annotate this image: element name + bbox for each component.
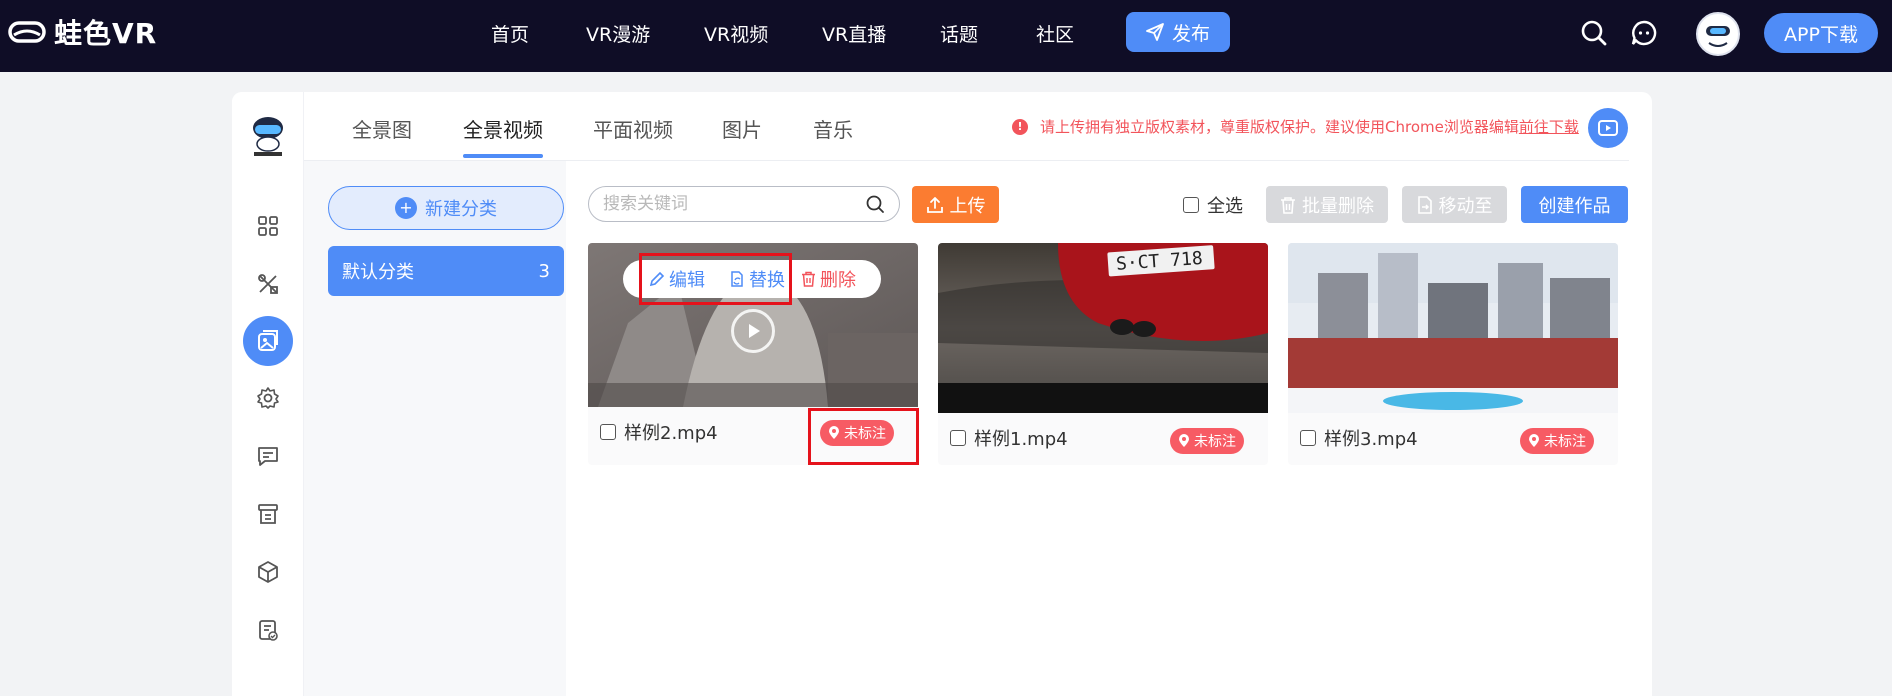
category-label: 默认分类 <box>342 262 414 283</box>
search-box <box>588 186 900 222</box>
tab-flat-video[interactable]: 平面视频 <box>593 114 673 143</box>
card-meta: 样例3.mp4 <box>1300 425 1418 451</box>
notice-text: 请上传拥有独立版权素材，尊重版权保护。建议使用Chrome浏览器编辑 <box>1040 118 1519 136</box>
move-file-icon <box>1417 195 1432 214</box>
trash-icon <box>1281 196 1295 214</box>
message-icon[interactable] <box>256 444 280 468</box>
nav-item-vr-live[interactable]: VR直播 <box>822 20 886 47</box>
download-link[interactable]: 前往下载 <box>1519 118 1579 136</box>
paper-plane-icon <box>1146 23 1164 41</box>
create-work-button[interactable]: 创建作品 <box>1521 186 1628 223</box>
category-item-default[interactable]: 默认分类 3 <box>328 246 564 296</box>
card-checkbox[interactable] <box>950 430 966 446</box>
batch-delete-label: 批量删除 <box>1302 195 1374 217</box>
upload-button[interactable]: 上传 <box>912 186 999 223</box>
upload-icon <box>926 196 943 213</box>
play-button[interactable] <box>731 309 775 353</box>
nav-item-vr-tour[interactable]: VR漫游 <box>586 20 650 47</box>
copyright-notice: ! 请上传拥有独立版权素材，尊重版权保护。建议使用Chrome浏览器编辑前往下载 <box>1012 116 1579 137</box>
brand-logo[interactable]: 蛙色VR <box>8 12 157 52</box>
card-filename: 样例2.mp4 <box>624 423 718 444</box>
tag-label: 未标注 <box>1544 434 1586 450</box>
location-pin-icon <box>1529 434 1539 447</box>
tab-music[interactable]: 音乐 <box>813 114 853 143</box>
checklist-icon[interactable] <box>256 618 280 642</box>
video-helper-button[interactable] <box>1588 108 1628 148</box>
location-pin-icon <box>1179 434 1189 447</box>
mascot-logo-icon <box>253 117 283 156</box>
move-to-label: 移动至 <box>1438 195 1493 217</box>
batch-delete-button[interactable]: 批量删除 <box>1266 186 1388 223</box>
vr-goggles-icon <box>8 21 46 43</box>
avatar-mascot-icon <box>1703 19 1733 49</box>
design-tools-icon[interactable] <box>256 272 280 296</box>
unmarked-tag[interactable]: 未标注 <box>1520 428 1594 454</box>
document-stack-icon[interactable] <box>256 502 280 526</box>
publish-label: 发布 <box>1171 22 1210 45</box>
media-card-sample3[interactable]: 样例3.mp4 未标注 <box>1288 243 1618 465</box>
brand-name: 蛙色VR <box>54 17 158 50</box>
play-icon <box>749 324 760 338</box>
new-category-button[interactable]: + 新建分类 <box>328 186 564 230</box>
select-all-label: 全选 <box>1207 196 1243 217</box>
highlight-box-tag <box>808 408 919 465</box>
nav-item-community[interactable]: 社区 <box>1036 20 1074 47</box>
upload-label: 上传 <box>949 195 986 217</box>
nav-item-home[interactable]: 首页 <box>491 20 529 47</box>
move-to-button[interactable]: 移动至 <box>1402 186 1507 223</box>
card-filename: 样例3.mp4 <box>1324 429 1418 450</box>
card-meta: 样例2.mp4 <box>600 419 718 445</box>
tab-image[interactable]: 图片 <box>722 114 762 143</box>
new-category-label: 新建分类 <box>425 199 497 220</box>
chat-bot-icon[interactable] <box>1630 19 1658 47</box>
video-thumbnail[interactable] <box>1288 243 1618 413</box>
trash-icon <box>802 271 815 287</box>
media-library-icon <box>258 330 278 351</box>
delete-label: 删除 <box>820 270 856 291</box>
tab-panorama-video[interactable]: 全景视频 <box>463 114 543 143</box>
category-count: 3 <box>538 260 550 282</box>
search-input[interactable] <box>603 194 853 214</box>
top-bar: 蛙色VR 首页 VR漫游 VR视频 VR直播 话题 社区 发布 APP下载 <box>0 0 1892 72</box>
media-card-sample1[interactable]: S·CT 718 样例1.mp4 未标注 <box>938 243 1268 465</box>
publish-button[interactable]: 发布 <box>1126 12 1230 52</box>
category-column <box>304 161 566 696</box>
select-all-toggle[interactable]: 全选 <box>1183 192 1243 218</box>
video-thumbnail[interactable]: S·CT 718 <box>938 243 1268 413</box>
tab-panorama-image[interactable]: 全景图 <box>352 114 412 143</box>
alert-icon: ! <box>1012 118 1028 135</box>
rail-item-media-library[interactable] <box>243 316 293 366</box>
nav-item-vr-video[interactable]: VR视频 <box>704 20 768 47</box>
plus-icon: + <box>395 197 417 219</box>
card-filename: 样例1.mp4 <box>974 429 1068 450</box>
video-play-icon <box>1598 120 1618 136</box>
card-checkbox[interactable] <box>1300 430 1316 446</box>
card-checkbox[interactable] <box>600 424 616 440</box>
search-icon[interactable] <box>1580 19 1608 47</box>
unmarked-tag[interactable]: 未标注 <box>1170 428 1244 454</box>
select-all-checkbox[interactable] <box>1183 197 1199 213</box>
card-meta: 样例1.mp4 <box>950 425 1068 451</box>
app-download-button[interactable]: APP下载 <box>1764 13 1878 53</box>
active-tab-indicator <box>463 154 543 158</box>
highlight-box-edit-replace <box>639 253 792 305</box>
search-icon[interactable] <box>865 194 885 214</box>
user-avatar[interactable] <box>1696 12 1740 56</box>
tag-label: 未标注 <box>1194 434 1236 450</box>
cube-model-icon[interactable] <box>256 560 280 584</box>
nav-item-topics[interactable]: 话题 <box>940 20 978 47</box>
delete-action[interactable]: 删除 <box>801 266 856 292</box>
grid-apps-icon[interactable] <box>256 214 280 238</box>
settings-gear-icon[interactable] <box>256 386 280 410</box>
